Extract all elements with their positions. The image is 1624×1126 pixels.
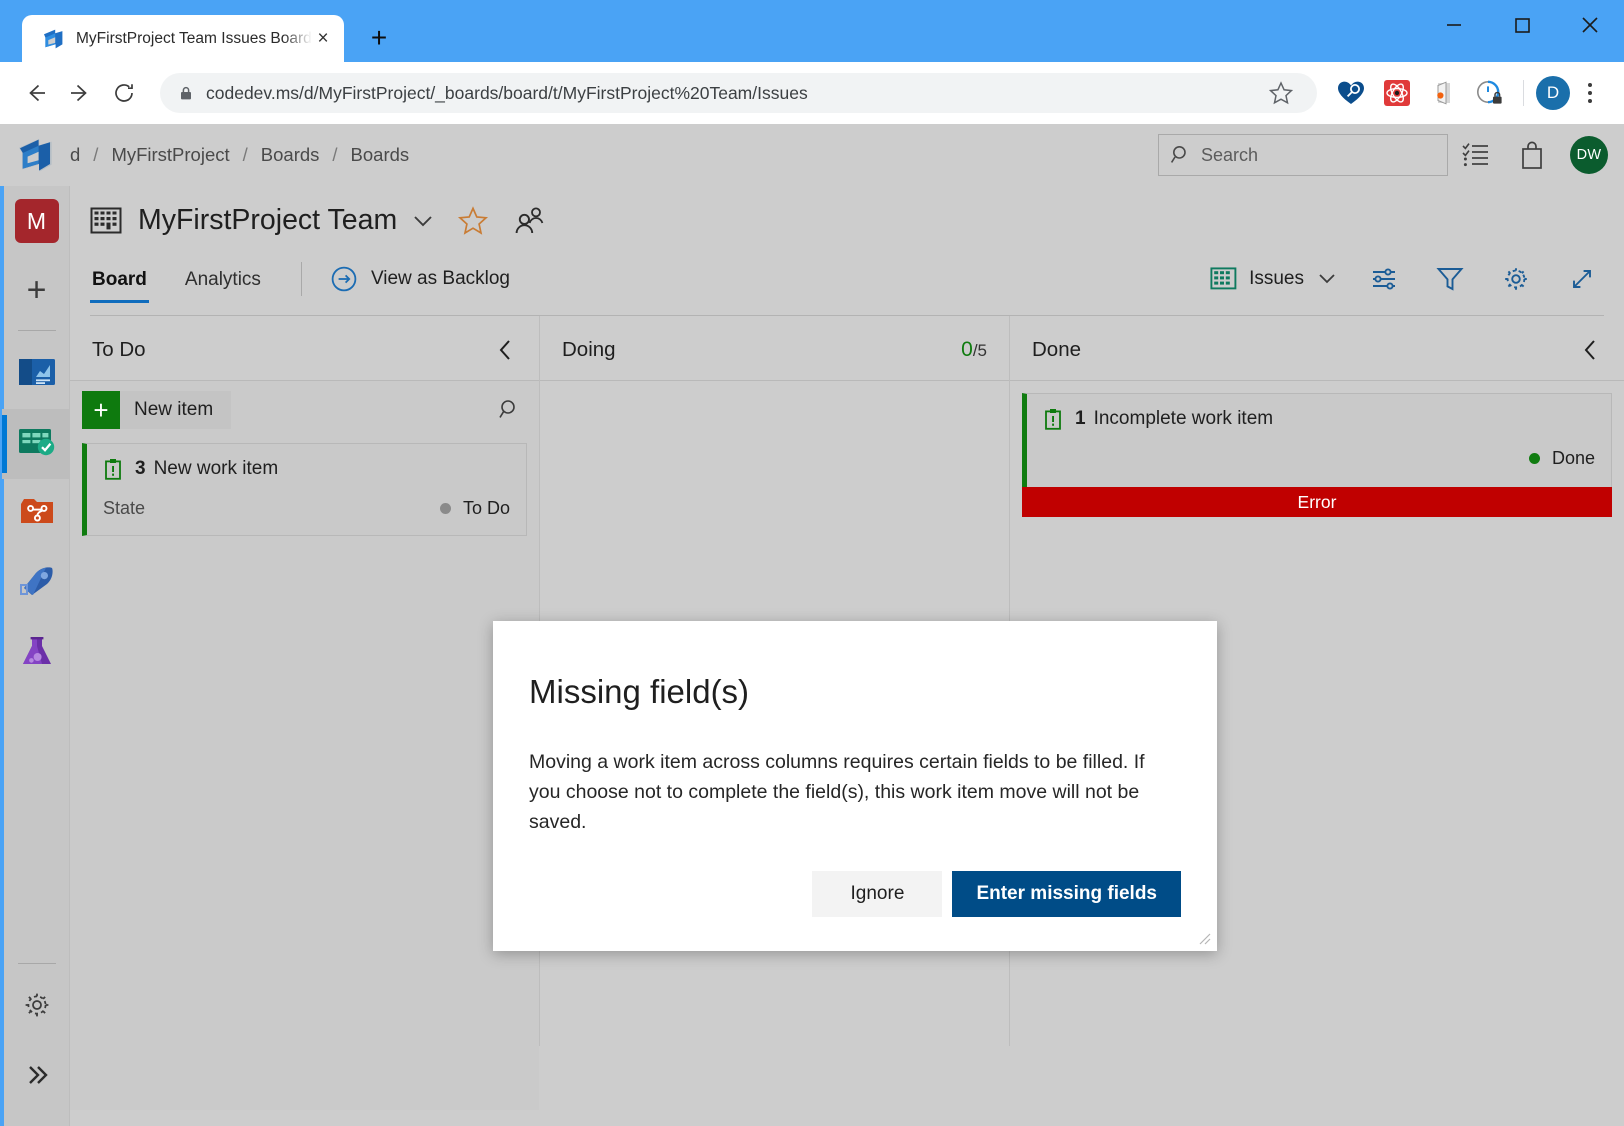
plus-icon: + <box>27 277 47 304</box>
azure-devops-app: d / MyFirstProject / Boards / Boards <box>0 124 1624 1126</box>
star-icon[interactable] <box>1261 73 1301 113</box>
ado-body: M + <box>0 186 1624 1126</box>
open-door-icon[interactable] <box>1421 71 1465 115</box>
breadcrumb: d / MyFirstProject / Boards / Boards <box>70 144 409 166</box>
dialog-title: Missing field(s) <box>529 673 1181 711</box>
sidebar-item-boards[interactable] <box>2 409 72 479</box>
close-window-icon[interactable] <box>1556 0 1624 50</box>
breadcrumb-item-project[interactable]: MyFirstProject <box>111 144 229 166</box>
sidebar-item-add[interactable]: + <box>2 256 72 326</box>
sidebar-item-repos[interactable] <box>2 479 72 549</box>
dialog-actions: Ignore Enter missing fields <box>529 871 1181 951</box>
sidebar-item-overview[interactable] <box>2 339 72 409</box>
repos-branch-icon <box>18 496 56 533</box>
azure-devops-logo[interactable] <box>12 135 58 175</box>
board-hub: MyFirstProject Team <box>70 186 1624 1126</box>
lock-icon <box>178 85 194 101</box>
breadcrumb-item-hub[interactable]: Boards <box>261 144 320 166</box>
sidebar-item-test-plans[interactable] <box>2 619 72 689</box>
resize-grip-icon[interactable] <box>1197 931 1211 945</box>
browser-tab-title: MyFirstProject Team Issues Board <box>76 30 312 48</box>
test-plans-beaker-icon <box>18 635 56 674</box>
azure-devops-favicon <box>42 28 64 50</box>
ado-global-header: d / MyFirstProject / Boards / Boards <box>0 124 1624 186</box>
search-icon <box>1169 143 1193 167</box>
maximize-icon[interactable] <box>1488 0 1556 50</box>
ignore-button[interactable]: Ignore <box>812 871 942 917</box>
breadcrumb-separator: / <box>319 144 350 166</box>
rail-divider <box>18 330 56 331</box>
boards-checkmark-icon <box>17 425 57 464</box>
clock-lock-icon[interactable] <box>1467 71 1511 115</box>
three-dots-vertical-icon[interactable] <box>1570 71 1610 115</box>
atom-red-icon[interactable] <box>1375 71 1419 115</box>
pipelines-rocket-icon <box>17 565 57 604</box>
browser-tabstrip: MyFirstProject Team Issues Board × + <box>0 0 1624 62</box>
dialog-overlay: Missing field(s) Moving a work item acro… <box>70 186 1624 1126</box>
browser-tab[interactable]: MyFirstProject Team Issues Board × <box>22 15 344 62</box>
breadcrumb-item-page[interactable]: Boards <box>351 144 410 166</box>
breadcrumb-separator: / <box>80 144 111 166</box>
browser-window: MyFirstProject Team Issues Board × + <box>0 0 1624 1126</box>
address-bar[interactable]: codedev.ms/d/MyFirstProject/_boards/boar… <box>160 73 1317 113</box>
minimize-icon[interactable] <box>1420 0 1488 50</box>
overview-dashboard-icon <box>17 355 57 394</box>
rail-bottom-group <box>2 959 72 1126</box>
url-text: codedev.ms/d/MyFirstProject/_boards/boar… <box>206 83 1261 104</box>
work-items-list-icon[interactable] <box>1448 131 1504 179</box>
new-tab-button[interactable]: + <box>362 22 396 54</box>
missing-fields-dialog: Missing field(s) Moving a work item acro… <box>493 621 1217 951</box>
search-input[interactable] <box>1201 145 1437 166</box>
sidebar-item-project-settings[interactable] <box>2 972 72 1042</box>
ado-header-actions: DW <box>1158 131 1624 179</box>
breadcrumb-separator: / <box>230 144 261 166</box>
forward-arrow-icon[interactable] <box>58 71 102 115</box>
dialog-body-text: Moving a work item across columns requir… <box>529 747 1177 838</box>
gear-icon <box>22 990 52 1025</box>
enter-missing-fields-button[interactable]: Enter missing fields <box>952 871 1181 917</box>
toolbar-divider <box>1523 80 1524 106</box>
sidebar-item-project[interactable]: M <box>2 186 72 256</box>
expand-rail-button[interactable] <box>2 1042 72 1112</box>
chevron-double-right-icon <box>22 1062 52 1093</box>
browser-toolbar: codedev.ms/d/MyFirstProject/_boards/boar… <box>0 62 1624 124</box>
project-initial-badge: M <box>15 199 59 243</box>
breadcrumb-item-organization[interactable]: d <box>70 144 80 166</box>
heart-key-icon[interactable] <box>1329 71 1373 115</box>
marketplace-bag-icon[interactable] <box>1504 131 1560 179</box>
ado-left-rail: M + <box>0 186 70 1126</box>
ado-search-box[interactable] <box>1158 134 1448 176</box>
close-icon[interactable]: × <box>312 28 334 50</box>
back-arrow-icon[interactable] <box>14 71 58 115</box>
reload-icon[interactable] <box>102 71 146 115</box>
rail-divider <box>18 963 56 964</box>
browser-profile-avatar[interactable]: D <box>1536 76 1570 110</box>
avatar[interactable]: DW <box>1570 136 1608 174</box>
window-controls <box>1420 0 1624 50</box>
sidebar-item-pipelines[interactable] <box>2 549 72 619</box>
